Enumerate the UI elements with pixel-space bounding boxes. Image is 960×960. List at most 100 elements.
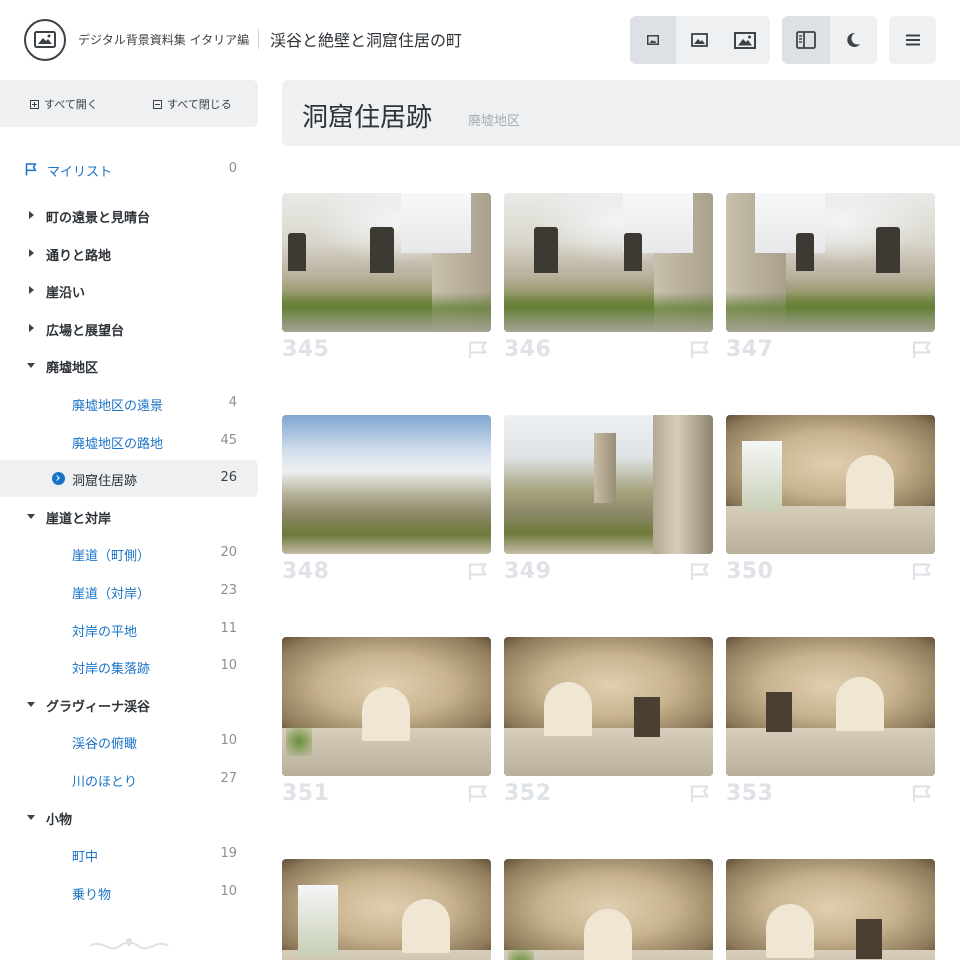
sidebar-item-count: 10 — [220, 884, 237, 899]
check-circle-icon — [52, 472, 65, 485]
site-logo[interactable] — [24, 19, 66, 61]
thumbnail-image[interactable] — [504, 415, 713, 554]
thumbnail-image[interactable] — [282, 859, 491, 960]
sidebar-item-label: 洞窟住居跡 — [72, 474, 138, 489]
large-thumbnail-button[interactable] — [722, 16, 768, 64]
sidebar-subitem[interactable]: 崖道（対岸） 23 — [0, 573, 258, 610]
add-to-mylist-flag-icon[interactable] — [690, 785, 710, 807]
sidebar-item-label: 廃墟地区の路地 — [72, 437, 164, 452]
sidebar-item-count: 45 — [220, 433, 237, 448]
sidebar-item-label: 町の遠景と見晴台 — [46, 211, 151, 226]
sidebar-category[interactable]: 広場と展望台 — [0, 310, 258, 347]
header-divider — [258, 29, 259, 49]
sidebar-item-count: 27 — [220, 771, 237, 786]
thumbnail-image[interactable] — [726, 415, 935, 554]
medium-thumbnail-button[interactable] — [676, 16, 722, 64]
sidebar-category[interactable]: グラヴィーナ渓谷 — [0, 686, 258, 723]
thumbnail-image[interactable] — [726, 193, 935, 332]
add-to-mylist-flag-icon[interactable] — [912, 341, 932, 363]
sidebar-subitem[interactable]: 対岸の集落跡 10 — [0, 648, 258, 685]
thumbnail-image[interactable] — [504, 637, 713, 776]
page-heading: 渓谷と絶壁と洞窟住居の町 — [270, 31, 463, 50]
plus-box-icon — [30, 99, 39, 109]
sidebar-item-label: 廃墟地区の遠景 — [72, 399, 164, 414]
add-to-mylist-flag-icon[interactable] — [468, 341, 488, 363]
sidebar-item-label: マイリスト — [47, 165, 113, 180]
caret-right-icon — [29, 324, 34, 332]
thumbnail-image[interactable] — [282, 637, 491, 776]
medium-image-icon — [690, 33, 708, 47]
sidebar-toggle-icon — [795, 31, 816, 49]
sidebar: すべて開く すべて閉じる マイリスト 0 町の遠景と見晴台通りと路地 崖沿い 広場と… — [0, 80, 258, 960]
caret-down-icon — [27, 514, 35, 519]
add-to-mylist-flag-icon[interactable] — [912, 563, 932, 585]
view-options-group — [782, 16, 877, 64]
site-name[interactable]: デジタル背景資料集 イタリア編 — [78, 31, 249, 48]
large-image-icon — [734, 31, 756, 49]
section-parent-label: 廃墟地区 — [468, 114, 521, 129]
small-thumbnail-button[interactable] — [630, 16, 676, 64]
sidebar-item-label: 乗り物 — [72, 888, 112, 903]
expand-all-button[interactable]: すべて開く — [30, 96, 98, 112]
sidebar-subitem[interactable]: 廃墟地区の路地 45 — [0, 423, 258, 460]
thumbnail-image[interactable] — [726, 637, 935, 776]
thumbnail-image[interactable] — [504, 193, 713, 332]
sidebar-toggle-button[interactable] — [782, 16, 830, 64]
menu-button[interactable] — [889, 16, 936, 64]
thumbnail-image[interactable] — [282, 193, 491, 332]
picture-icon — [34, 31, 56, 48]
sidebar-item-count: 20 — [220, 545, 237, 560]
photo-number: 348 — [282, 559, 330, 584]
photo-number: 349 — [504, 559, 552, 584]
sidebar-category[interactable]: 崖道と対岸 — [0, 498, 258, 535]
sidebar-item-mylist[interactable]: マイリスト 0 — [0, 151, 258, 188]
moon-icon — [847, 32, 861, 47]
sidebar-category[interactable]: 廃墟地区 — [0, 347, 258, 384]
sidebar-item-label: 対岸の平地 — [72, 625, 138, 640]
add-to-mylist-flag-icon[interactable] — [912, 785, 932, 807]
sidebar-subitem[interactable]: 対岸の平地 11 — [0, 611, 258, 648]
caret-down-icon — [27, 815, 35, 820]
thumbnail-size-group — [630, 16, 770, 64]
thumbnail-image[interactable] — [504, 859, 713, 960]
sidebar-item-label: 渓谷の俯瞰 — [72, 737, 138, 752]
sidebar-item-label: 対岸の集落跡 — [72, 662, 151, 677]
sidebar-subitem[interactable]: 洞窟住居跡 26 — [0, 460, 258, 497]
section-title-bar: 洞窟住居跡 廃墟地区 — [282, 80, 960, 146]
sidebar-item-label: 廃墟地区 — [46, 361, 99, 376]
thumbnail-image[interactable] — [726, 859, 935, 960]
caret-right-icon — [29, 286, 34, 294]
sidebar-category[interactable]: 崖沿い — [0, 272, 258, 309]
sidebar-subitem[interactable]: 川のほとり 27 — [0, 761, 258, 798]
sidebar-subitem[interactable]: 乗り物 10 — [0, 874, 258, 911]
photo-number: 351 — [282, 781, 330, 806]
small-image-icon — [647, 35, 659, 45]
sidebar-subitem[interactable]: 廃墟地区の遠景 4 — [0, 385, 258, 422]
sidebar-subitem[interactable]: 崖道（町側） 20 — [0, 535, 258, 572]
dark-mode-button[interactable] — [830, 16, 878, 64]
sidebar-item-count: 26 — [220, 470, 237, 485]
add-to-mylist-flag-icon[interactable] — [690, 563, 710, 585]
sidebar-item-label: 小物 — [46, 813, 73, 828]
flag-icon — [25, 163, 37, 176]
photo-number: 350 — [726, 559, 774, 584]
sidebar-subitem[interactable]: 渓谷の俯瞰 10 — [0, 723, 258, 760]
caret-down-icon — [27, 702, 35, 707]
collapse-all-button[interactable]: すべて閉じる — [153, 96, 232, 112]
add-to-mylist-flag-icon[interactable] — [690, 341, 710, 363]
sidebar-item-label: 川のほとり — [72, 775, 138, 790]
hamburger-menu-icon — [905, 34, 920, 46]
section-title: 洞窟住居跡 — [302, 103, 433, 133]
sidebar-category[interactable]: 小物 — [0, 799, 258, 836]
add-to-mylist-flag-icon[interactable] — [468, 785, 488, 807]
sidebar-item-count: 23 — [220, 583, 237, 598]
caret-right-icon — [29, 249, 34, 257]
thumbnail-image[interactable] — [282, 415, 491, 554]
sidebar-category[interactable]: 町の遠景と見晴台 — [0, 197, 258, 234]
minus-box-icon — [153, 99, 162, 109]
sidebar-item-label: 町中 — [72, 850, 99, 865]
add-to-mylist-flag-icon[interactable] — [468, 563, 488, 585]
sidebar-category[interactable]: 通りと路地 — [0, 235, 258, 272]
sidebar-subitem[interactable]: 町中 19 — [0, 836, 258, 873]
caret-right-icon — [29, 211, 34, 219]
